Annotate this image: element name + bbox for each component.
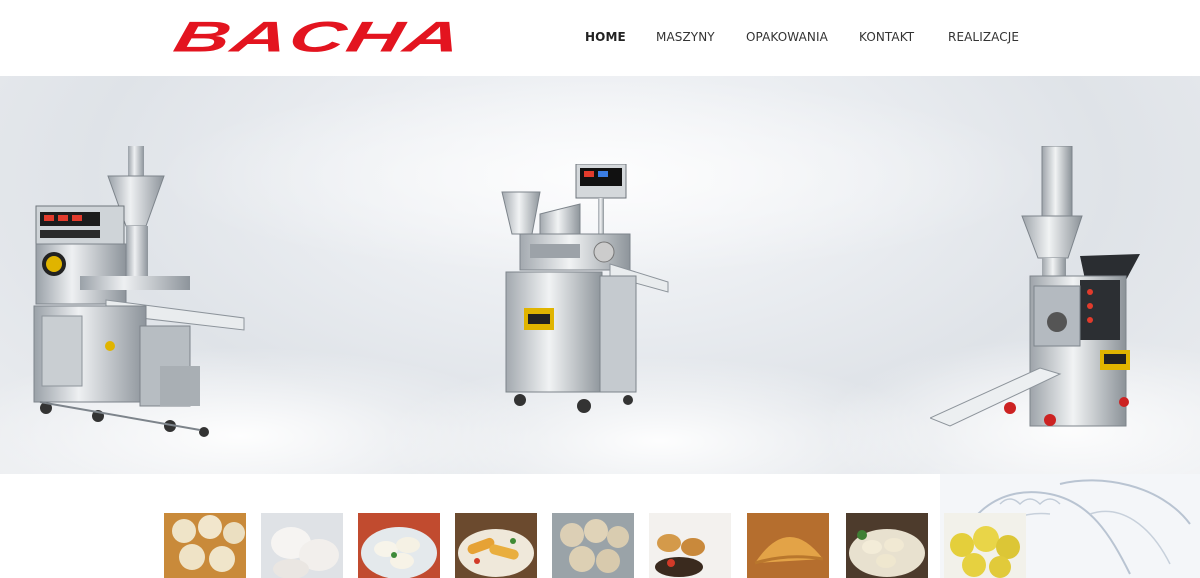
product-gallery — [0, 474, 1200, 578]
gallery-thumb-har-gow[interactable] — [261, 513, 343, 578]
hero-banner — [0, 76, 1200, 474]
bacha-logo[interactable]: BACHA — [170, 13, 468, 61]
gallery-thumb-steamed-buns[interactable] — [552, 513, 634, 578]
dumpling-machine-image — [500, 164, 670, 432]
nav-item-kontakt[interactable]: KONTAKT — [859, 30, 914, 44]
nav-item-home[interactable]: HOME — [585, 30, 626, 44]
nav-item-realizacje[interactable]: REALIZACJE — [948, 30, 1019, 44]
encrusting-machine-image — [20, 146, 250, 446]
filling-machine-image — [930, 146, 1142, 434]
site-header: BACHA HOME MASZYNY OPAKOWANIA KONTAKT RE… — [0, 0, 1200, 76]
gallery-thumb-soup-dumplings[interactable] — [164, 513, 246, 578]
gallery-thumb-spring-rolls[interactable] — [455, 513, 537, 578]
gallery-thumb-potato-dumplings[interactable] — [944, 513, 1026, 578]
nav-item-opakowania[interactable]: OPAKOWANIA — [746, 30, 828, 44]
gallery-thumb-dumplings-plate[interactable] — [846, 513, 928, 578]
nav-item-maszyny[interactable]: MASZYNY — [656, 30, 715, 44]
gallery-thumb-empanada[interactable] — [747, 513, 829, 578]
gallery-thumb-pierogi-bowl[interactable] — [358, 513, 440, 578]
gallery-thumb-fried-rolls[interactable] — [649, 513, 731, 578]
